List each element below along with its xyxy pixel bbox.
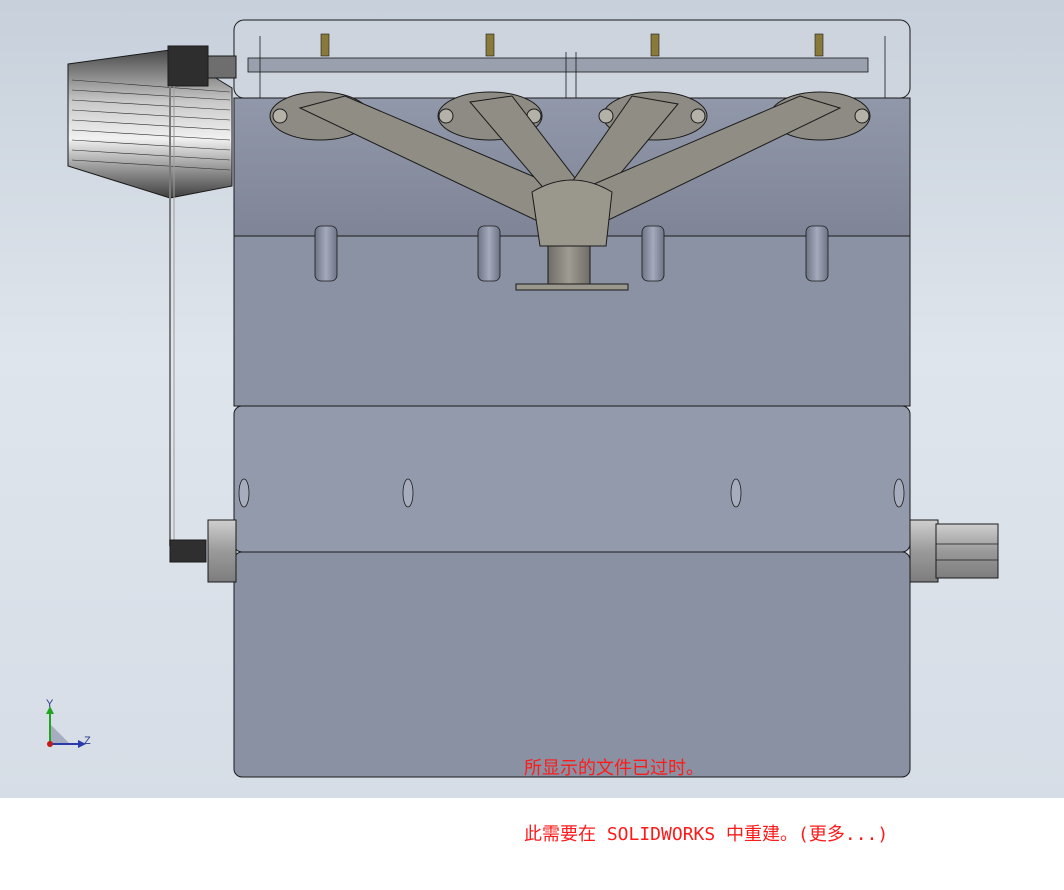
valve-cover[interactable] [233, 19, 911, 99]
rebuild-warning-line-1: 所显示的文件已过时。 [524, 758, 704, 779]
triad-z-label: Z [84, 735, 91, 747]
triad-y-label: Y [46, 698, 54, 710]
crankcase[interactable] [233, 405, 911, 553]
pulley-icon[interactable] [169, 519, 237, 583]
rebuild-warning-line-2[interactable]: 此需要在 SOLIDWORKS 中重建。(更多...) [524, 824, 888, 846]
output-shaft[interactable] [909, 519, 999, 583]
coordinate-triad-icon: Y Z [36, 698, 96, 760]
air-filter-icon[interactable] [67, 45, 237, 199]
rebuild-warning[interactable]: 所显示的文件已过时。 此需要在 SOLIDWORKS 中重建。(更多...) [524, 714, 888, 890]
engine-model[interactable] [0, 0, 1064, 798]
graphics-viewport[interactable]: Y Z 所显示的文件已过时。 此需要在 SOLIDWORKS 中重建。(更多..… [0, 0, 1064, 845]
